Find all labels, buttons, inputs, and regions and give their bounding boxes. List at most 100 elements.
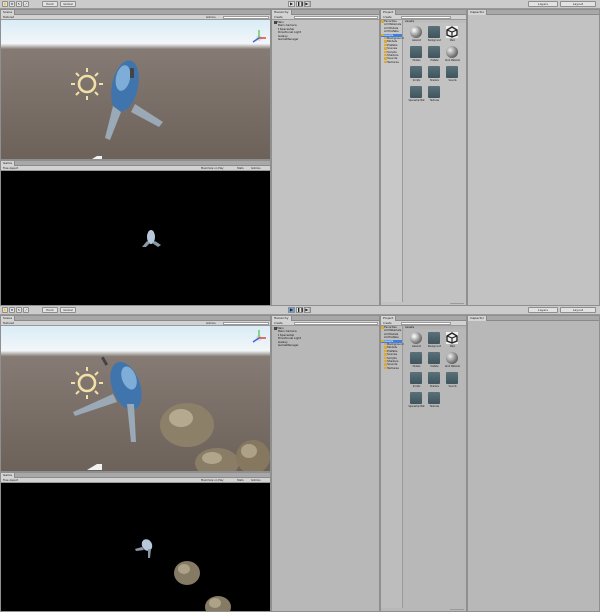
folder-icon — [428, 86, 440, 98]
hand-tool-button[interactable]: ✋ — [2, 307, 8, 313]
thumbnail-size-slider[interactable] — [450, 609, 464, 611]
asset-breadcrumb[interactable]: Assets — [403, 325, 466, 330]
hierarchy-panel: Hierarchy Create Main Main Camera Spaces… — [271, 315, 380, 612]
asset-item[interactable]: Prefabs — [426, 46, 443, 64]
asset-item[interactable]: Scripts — [408, 372, 425, 390]
pivot-toggle[interactable]: Pivot — [42, 307, 58, 313]
game-viewport[interactable] — [1, 171, 270, 305]
inspector-panel: Inspector — [467, 315, 600, 612]
stats-toggle[interactable]: Stats — [237, 167, 244, 170]
asset-item[interactable]: Background — [426, 332, 443, 350]
tab-inspector[interactable]: Inspector — [468, 316, 487, 321]
shading-mode-dropdown[interactable]: Textured — [3, 322, 14, 325]
asset-breadcrumb[interactable]: Assets — [403, 19, 466, 24]
asset-item[interactable]: Spaceship Mat — [408, 86, 425, 104]
asset-item[interactable]: Main — [444, 332, 461, 350]
hierarchy-row[interactable]: GameManager — [274, 37, 379, 41]
spaceship-model[interactable] — [105, 58, 163, 140]
asset-item[interactable]: Main — [444, 26, 461, 44]
layout-dropdown[interactable]: Layout — [560, 1, 596, 7]
asset-item[interactable]: Shaders — [426, 66, 443, 84]
thumbnail-size-slider[interactable] — [450, 303, 464, 305]
hierarchy-search-input[interactable] — [294, 322, 378, 325]
hand-tool-button[interactable]: ✋ — [2, 1, 8, 7]
asset-item[interactable]: Sounds — [444, 372, 461, 390]
asset-item[interactable]: Asteroid — [408, 26, 425, 44]
pause-button[interactable]: ❚❚ — [296, 307, 304, 313]
rotate-tool-button[interactable]: ↻ — [16, 307, 22, 313]
spaceship-model[interactable] — [73, 356, 148, 443]
scene-gizmos-dropdown[interactable]: Gizmos — [206, 322, 216, 325]
asset-item[interactable]: Asteroid — [408, 332, 425, 350]
asset-item[interactable]: Background — [426, 26, 443, 44]
step-button[interactable]: ▶| — [304, 1, 311, 7]
global-toggle[interactable]: Global — [60, 1, 76, 7]
scene-orientation-gizmo[interactable] — [252, 330, 266, 343]
game-viewport[interactable] — [1, 483, 270, 611]
hierarchy-create-button[interactable]: Create — [274, 16, 283, 19]
aspect-dropdown[interactable]: Free Aspect — [3, 479, 18, 482]
project-folder-tree: Favorites All Materials All Models All P… — [381, 19, 404, 302]
scale-tool-button[interactable]: ⤢ — [23, 1, 29, 7]
spaceship-game-sprite — [142, 230, 161, 247]
asset-item[interactable]: Rock Material — [444, 352, 461, 370]
material-icon — [446, 352, 458, 364]
tab-inspector[interactable]: Inspector — [468, 10, 487, 15]
pivot-toggle[interactable]: Pivot — [42, 1, 58, 7]
scene-panel: Scene Textured Gizmos — [0, 9, 271, 160]
shading-mode-dropdown[interactable]: Textured — [3, 16, 14, 19]
asset-item[interactable]: Prefabs — [426, 352, 443, 370]
move-tool-button[interactable]: ✥ — [9, 1, 15, 7]
tree-item[interactable]: Textures — [381, 366, 402, 370]
project-asset-grid: Assets Asteroid Background Main Models P… — [403, 325, 466, 608]
hierarchy-search-input[interactable] — [294, 16, 378, 19]
asset-item[interactable]: Sounds — [444, 66, 461, 84]
folder-icon — [428, 66, 440, 78]
scene-search-input[interactable] — [223, 322, 269, 325]
scene-search-input[interactable] — [223, 16, 269, 19]
stats-toggle[interactable]: Stats — [237, 479, 244, 482]
asset-item[interactable]: Textures — [426, 86, 443, 104]
camera-icon[interactable] — [87, 464, 102, 470]
asteroid-model[interactable] — [160, 403, 270, 471]
project-asset-grid: Assets Asteroid Background Main Models P… — [403, 19, 466, 302]
tree-item[interactable]: Textures — [381, 60, 402, 64]
scene-viewport[interactable] — [1, 20, 270, 159]
asset-item[interactable]: Textures — [426, 392, 443, 410]
rotate-tool-button[interactable]: ↻ — [16, 1, 22, 7]
scene-viewport[interactable] — [1, 326, 270, 471]
move-tool-button[interactable]: ✥ — [9, 307, 15, 313]
scene-orientation-gizmo[interactable] — [252, 30, 266, 43]
folder-icon — [410, 392, 422, 404]
maximize-on-play-toggle[interactable]: Maximize on Play — [201, 167, 224, 170]
step-button[interactable]: ▶| — [304, 307, 311, 313]
scale-tool-button[interactable]: ⤢ — [23, 307, 29, 313]
asset-item[interactable]: Shaders — [426, 372, 443, 390]
asset-item[interactable]: Models — [408, 46, 425, 64]
hierarchy-row[interactable]: GameManager — [274, 343, 379, 347]
folder-icon — [428, 332, 440, 344]
asset-item[interactable]: Scripts — [408, 66, 425, 84]
game-gizmos-dropdown[interactable]: Gizmos — [251, 167, 261, 170]
asset-item[interactable]: Models — [408, 352, 425, 370]
project-panel: Project Create Favorites All Materials A… — [380, 9, 467, 306]
hierarchy-create-button[interactable]: Create — [274, 322, 283, 325]
layers-dropdown[interactable]: Layers — [528, 1, 558, 7]
maximize-on-play-toggle[interactable]: Maximize on Play — [201, 479, 224, 482]
project-folder-tree: Favorites All Materials All Models All P… — [381, 325, 404, 608]
asset-item[interactable]: Spaceship Mat — [408, 392, 425, 410]
play-button[interactable]: ▶ — [288, 307, 295, 313]
layout-dropdown[interactable]: Layout — [560, 307, 596, 313]
camera-icon[interactable] — [87, 156, 102, 159]
global-toggle[interactable]: Global — [60, 307, 76, 313]
layers-dropdown[interactable]: Layers — [528, 307, 558, 313]
sun-icon[interactable] — [71, 68, 103, 100]
sun-icon[interactable] — [71, 367, 103, 399]
asset-item[interactable]: Rock Material — [444, 46, 461, 64]
pause-button[interactable]: ❚❚ — [296, 1, 304, 7]
play-button[interactable]: ▶ — [288, 1, 295, 7]
folder-icon — [446, 372, 458, 384]
aspect-dropdown[interactable]: Free Aspect — [3, 167, 18, 170]
scene-gizmos-dropdown[interactable]: Gizmos — [206, 16, 216, 19]
game-gizmos-dropdown[interactable]: Gizmos — [251, 479, 261, 482]
